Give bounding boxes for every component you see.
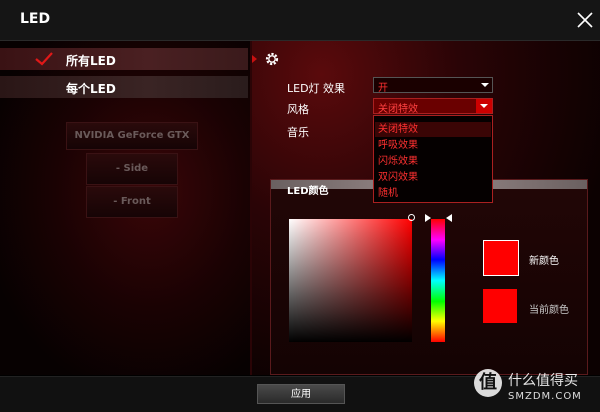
current-color-swatch [483, 289, 517, 323]
window-title: LED [20, 11, 51, 27]
device-gpu-button[interactable]: NVIDIA GeForce GTX 1060 6G [66, 122, 198, 167]
style-option-random[interactable]: 随机 [375, 186, 491, 201]
sidebar-item-each-led[interactable]: 每个LED [0, 76, 248, 98]
current-color-label: 当前颜色 [529, 305, 569, 316]
style-option-flash[interactable]: 闪烁效果 [375, 154, 491, 169]
device-front-button[interactable]: - Front [86, 186, 178, 218]
style-label: 风格 [287, 103, 309, 116]
device-label: - Side [115, 163, 149, 174]
watermark-logo: 值 [474, 369, 502, 397]
chevron-down-icon [481, 83, 489, 87]
check-icon [35, 52, 53, 66]
watermark-brand: 什么值得买 [508, 373, 578, 389]
title-bar: LED [0, 0, 600, 41]
hue-slider-handle-left[interactable] [425, 214, 431, 222]
led-effect-select[interactable]: 开 [373, 77, 493, 94]
hue-slider-handle-right[interactable] [446, 214, 452, 222]
led-color-title: LED颜色 [287, 186, 329, 197]
hue-slider[interactable] [431, 219, 445, 342]
style-option-off[interactable]: 关闭特效 [375, 122, 491, 137]
sidebar-item-label: 所有LED [66, 54, 116, 68]
style-dropdown-menu: 关闭特效 呼吸效果 闪烁效果 双闪效果 随机 [373, 115, 493, 203]
style-option-breathing[interactable]: 呼吸效果 [375, 138, 491, 153]
gear-icon[interactable] [264, 51, 280, 67]
device-label: - Front [113, 196, 151, 207]
music-label: 音乐 [287, 126, 309, 139]
new-color-label: 新颜色 [529, 256, 559, 267]
color-picker-handle[interactable] [408, 214, 415, 221]
watermark-site: SMZDM.COM [508, 391, 582, 402]
device-side-button[interactable]: - Side [86, 153, 178, 185]
sidebar: 所有LED 每个LED NVIDIA GeForce GTX 1060 6G -… [0, 41, 250, 375]
dropdown-button[interactable] [476, 99, 492, 113]
style-value: 关闭特效 [378, 104, 418, 115]
led-effect-value: 开 [378, 83, 388, 94]
style-select[interactable]: 关闭特效 [373, 98, 493, 115]
new-color-swatch [483, 240, 519, 276]
sidebar-item-all-led[interactable]: 所有LED [0, 48, 248, 70]
active-indicator [252, 55, 257, 63]
apply-button[interactable]: 应用 [257, 384, 345, 404]
led-effect-label: LED灯 效果 [287, 82, 346, 95]
close-icon[interactable] [574, 9, 596, 31]
chevron-down-icon [480, 104, 488, 108]
watermark: 值 什么值得买 SMZDM.COM [474, 369, 594, 407]
style-option-double-flash[interactable]: 双闪效果 [375, 170, 491, 185]
color-picker-area[interactable] [289, 219, 412, 342]
sidebar-item-label: 每个LED [66, 82, 116, 96]
